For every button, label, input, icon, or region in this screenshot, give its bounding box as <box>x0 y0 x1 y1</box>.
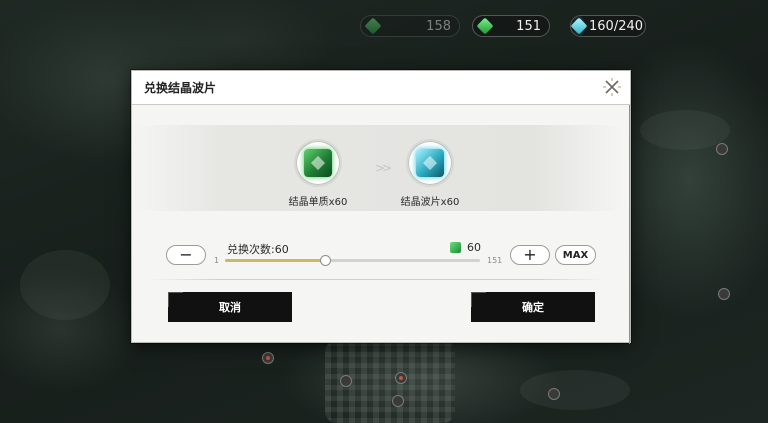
cyan-crystal-icon <box>570 16 588 36</box>
slider-thumb[interactable] <box>320 255 332 266</box>
map-marker-icon[interactable] <box>548 388 560 400</box>
resource-2-value: 151 <box>516 18 541 34</box>
map-marker-icon[interactable] <box>716 143 728 155</box>
cost-value: 60 <box>467 241 481 254</box>
source-item-frame <box>294 139 342 187</box>
divider <box>150 279 606 280</box>
close-button[interactable] <box>600 75 624 99</box>
green-crystal-icon <box>450 242 461 253</box>
cyan-crystal-cube-icon <box>416 149 444 177</box>
exchange-count-slider[interactable] <box>225 255 480 266</box>
resource-counter-2: 151 <box>472 15 550 37</box>
cost-display: 60 <box>450 241 481 254</box>
map-region <box>640 110 730 150</box>
target-item: 结晶波片x60 <box>375 139 485 208</box>
map-marker-icon[interactable] <box>340 375 352 387</box>
green-crystal-icon <box>475 16 495 36</box>
max-button[interactable]: MAX <box>555 245 596 265</box>
dialog-header: 兑换结晶波片 <box>132 71 630 105</box>
confirm-button[interactable]: 确定 <box>471 292 595 322</box>
map-marker-icon[interactable] <box>392 395 404 407</box>
exchange-count-label: 兑换次数:60 <box>227 243 289 256</box>
target-item-label: 结晶波片x60 <box>400 197 460 208</box>
slider-max-label: 151 <box>487 256 503 265</box>
exchange-preview: 结晶单质x60 >> 结晶波片x60 <box>132 125 622 211</box>
map-marker-icon[interactable] <box>718 288 730 300</box>
dialog-title: 兑换结晶波片 <box>144 81 217 95</box>
green-leaf-icon <box>363 16 383 36</box>
exchange-dialog: 兑换结晶波片 结晶单质x60 >> 结晶波片x60 − 兑换次数:60 60 1 <box>131 70 631 344</box>
map-region <box>520 370 630 410</box>
map-marker-icon[interactable] <box>395 372 407 384</box>
slider-fill <box>225 259 326 262</box>
source-item: 结晶单质x60 <box>263 139 373 208</box>
map-marker-icon[interactable] <box>262 352 274 364</box>
resource-counter-3: 160/240 <box>570 15 646 37</box>
close-icon <box>603 78 621 96</box>
slider-min-label: 1 <box>214 256 220 265</box>
cancel-button[interactable]: 取消 <box>168 292 292 322</box>
resource-3-value: 160/240 <box>589 18 644 34</box>
green-crystal-cube-icon <box>304 149 332 177</box>
resource-1-value: 158 <box>426 18 451 34</box>
decrease-button[interactable]: − <box>166 245 206 265</box>
resource-counter-1: 158 <box>360 15 460 37</box>
map-region <box>20 250 110 320</box>
increase-button[interactable]: + <box>510 245 550 265</box>
target-item-frame <box>406 139 454 187</box>
source-item-label: 结晶单质x60 <box>288 197 348 208</box>
